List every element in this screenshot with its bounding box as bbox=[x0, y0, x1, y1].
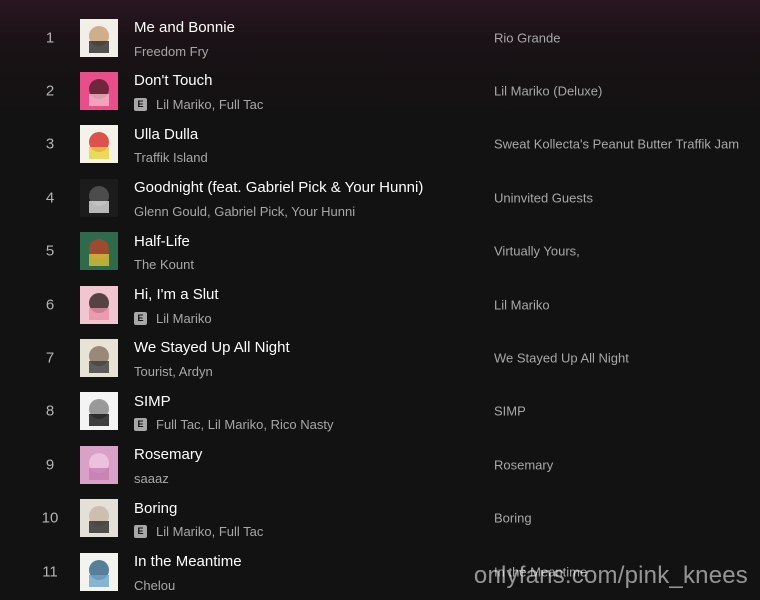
track-row[interactable]: 4 Goodnight (feat. Gabriel Pick & Your Hu… bbox=[0, 171, 760, 224]
album-cover[interactable] bbox=[80, 499, 118, 538]
track-album[interactable]: Rosemary bbox=[494, 457, 553, 472]
track-title[interactable]: Me and Bonnie bbox=[134, 19, 235, 36]
track-title[interactable]: Boring bbox=[134, 500, 177, 517]
track-album[interactable]: We Stayed Up All Night bbox=[494, 351, 629, 366]
album-cover[interactable] bbox=[80, 392, 118, 431]
track-title[interactable]: Rosemary bbox=[134, 446, 202, 463]
track-album[interactable]: SIMP bbox=[494, 404, 526, 419]
album-cover[interactable] bbox=[80, 232, 118, 271]
track-title[interactable]: Half-Life bbox=[134, 233, 190, 250]
track-album[interactable]: Lil Mariko bbox=[494, 297, 550, 312]
track-artists[interactable]: Lil Mariko, Full Tac bbox=[156, 97, 263, 112]
track-subtitle: Freedom Fry bbox=[134, 43, 208, 59]
watermark: onlyfans.com/pink_knees bbox=[473, 562, 748, 589]
track-subtitle: saaaz bbox=[134, 470, 169, 486]
track-subtitle: The Kount bbox=[134, 257, 194, 273]
track-number: 7 bbox=[45, 349, 55, 367]
album-cover[interactable] bbox=[80, 18, 118, 57]
track-row[interactable]: 7 We Stayed Up All Night Tourist, Ardyn We … bbox=[0, 331, 760, 384]
track-title[interactable]: Goodnight (feat. Gabriel Pick & Your Hun… bbox=[134, 179, 423, 196]
track-artists[interactable]: saaaz bbox=[134, 471, 169, 486]
track-row[interactable]: 9 Rosemary saaaz Rosemary bbox=[0, 438, 760, 491]
track-subtitle: E Lil Mariko, Full Tac bbox=[134, 96, 263, 112]
track-number: 11 bbox=[42, 563, 58, 581]
track-number: 1 bbox=[45, 29, 55, 47]
track-title[interactable]: We Stayed Up All Night bbox=[134, 339, 290, 356]
track-album[interactable]: Virtually Yours, bbox=[494, 244, 580, 259]
track-album[interactable]: Boring bbox=[494, 511, 532, 526]
track-row[interactable]: 1 Me and Bonnie Freedom Fry Rio Grande bbox=[0, 11, 760, 64]
track-subtitle: Traffik Island bbox=[134, 150, 208, 166]
track-artists[interactable]: Traffik Island bbox=[134, 150, 208, 165]
track-row[interactable]: 5 Half-Life The Kount Virtually Yours, bbox=[0, 225, 760, 278]
track-number: 9 bbox=[45, 456, 55, 474]
track-number: 3 bbox=[45, 135, 55, 153]
track-row[interactable]: 3 Ulla Dulla Traffik Island Sweat Kollecta'… bbox=[0, 118, 760, 171]
track-subtitle: Glenn Gould, Gabriel Pick, Your Hunni bbox=[134, 203, 355, 219]
track-artists[interactable]: Freedom Fry bbox=[134, 44, 208, 59]
track-album[interactable]: Lil Mariko (Deluxe) bbox=[494, 84, 602, 99]
track-row[interactable]: 10 Boring E Lil Mariko, Full Tac Boring bbox=[0, 492, 760, 545]
album-cover[interactable] bbox=[80, 339, 118, 378]
track-album[interactable]: Rio Grande bbox=[494, 30, 560, 45]
track-number: 4 bbox=[45, 189, 55, 207]
album-cover[interactable] bbox=[80, 445, 118, 484]
explicit-badge: E bbox=[134, 418, 147, 432]
explicit-badge: E bbox=[134, 97, 147, 111]
track-title[interactable]: SIMP bbox=[134, 393, 171, 410]
track-artists[interactable]: Full Tac, Lil Mariko, Rico Nasty bbox=[156, 417, 333, 432]
track-artists[interactable]: Tourist, Ardyn bbox=[134, 364, 213, 379]
track-number: 2 bbox=[45, 82, 55, 100]
album-cover[interactable] bbox=[80, 125, 118, 164]
track-row[interactable]: 2 Don't Touch E Lil Mariko, Full Tac Lil Mar… bbox=[0, 64, 760, 117]
track-row[interactable]: 8 SIMP E Full Tac, Lil Mariko, Rico Nasty SI… bbox=[0, 385, 760, 438]
album-cover[interactable] bbox=[80, 552, 118, 591]
track-title[interactable]: Ulla Dulla bbox=[134, 126, 198, 143]
track-number: 8 bbox=[45, 402, 55, 420]
track-subtitle: E Lil Mariko, Full Tac bbox=[134, 524, 263, 540]
track-number: 10 bbox=[41, 509, 59, 527]
track-subtitle: E Lil Mariko bbox=[134, 310, 212, 326]
explicit-badge: E bbox=[134, 311, 147, 325]
track-subtitle: E Full Tac, Lil Mariko, Rico Nasty bbox=[134, 417, 333, 433]
track-artists[interactable]: Chelou bbox=[134, 578, 175, 593]
tracklist: 1 Me and Bonnie Freedom Fry Rio Grande 2 Don'… bbox=[0, 0, 760, 600]
track-subtitle: Tourist, Ardyn bbox=[134, 363, 213, 379]
track-subtitle: Chelou bbox=[134, 577, 175, 593]
track-artists[interactable]: The Kount bbox=[134, 257, 194, 272]
track-artists[interactable]: Lil Mariko, Full Tac bbox=[156, 524, 263, 539]
track-number: 5 bbox=[45, 242, 55, 260]
track-title[interactable]: Hi, I'm a Slut bbox=[134, 286, 219, 303]
album-cover[interactable] bbox=[80, 72, 118, 111]
track-number: 6 bbox=[45, 296, 55, 314]
track-row[interactable]: 6 Hi, I'm a Slut E Lil Mariko Lil Mariko bbox=[0, 278, 760, 331]
explicit-badge: E bbox=[134, 525, 147, 539]
track-album[interactable]: Sweat Kollecta's Peanut Butter Traffik J… bbox=[494, 137, 739, 152]
track-title[interactable]: In the Meantime bbox=[134, 553, 242, 570]
album-cover[interactable] bbox=[80, 285, 118, 324]
album-cover[interactable] bbox=[80, 178, 118, 217]
track-title[interactable]: Don't Touch bbox=[134, 72, 212, 89]
track-album[interactable]: Uninvited Guests bbox=[494, 190, 593, 205]
track-artists[interactable]: Glenn Gould, Gabriel Pick, Your Hunni bbox=[134, 204, 355, 219]
track-artists[interactable]: Lil Mariko bbox=[156, 311, 212, 326]
